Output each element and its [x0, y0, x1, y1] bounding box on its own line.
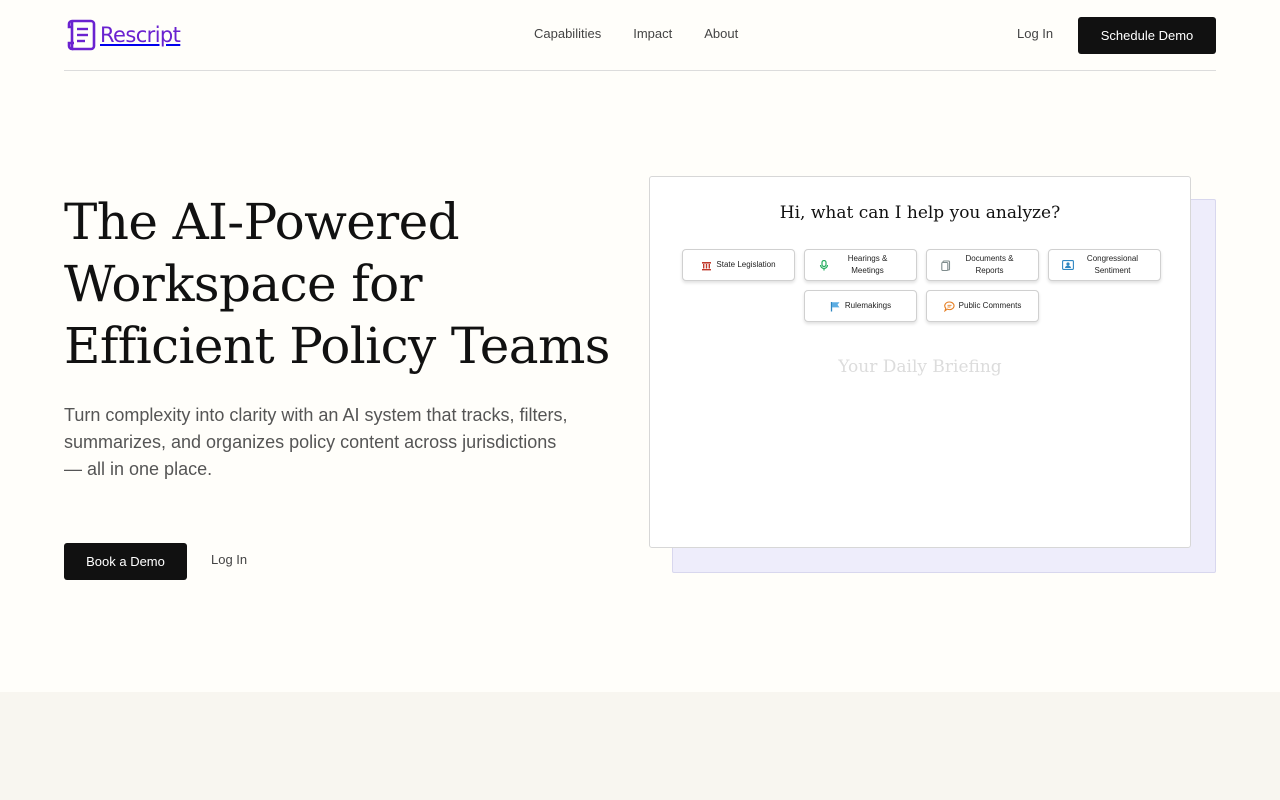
next-section — [0, 692, 1280, 800]
logo-text: Rescript — [100, 23, 181, 47]
chip-rulemakings[interactable]: Rulemakings — [804, 290, 917, 322]
chip-label: Public Comments — [958, 301, 1022, 310]
logo[interactable]: Rescript — [64, 18, 181, 52]
speech-bubble-icon — [943, 300, 955, 312]
header-login-link[interactable]: Log In — [1017, 26, 1053, 41]
nav-capabilities[interactable]: Capabilities — [534, 26, 601, 41]
book-demo-button[interactable]: Book a Demo — [64, 543, 187, 580]
chip-label: Rulemakings — [844, 301, 892, 310]
capitol-icon — [702, 261, 712, 270]
chip-label: Documents & Reports — [965, 254, 1014, 275]
site-header: Rescript Capabilities Impact About Log I… — [64, 0, 1216, 71]
document-icon — [940, 259, 950, 271]
hero-subtitle-line-2: — all in one place. — [64, 459, 213, 479]
hero-subtitle: Turn complexity into clarity with an AI … — [64, 402, 584, 483]
nav-impact[interactable]: Impact — [633, 26, 672, 41]
chip-state-legislation[interactable]: State Legislation — [682, 249, 795, 281]
chip-label: State Legislation — [716, 260, 776, 269]
assistant-prompt: Hi, what can I help you analyze? — [779, 203, 1061, 223]
daily-briefing-heading: Your Daily Briefing — [838, 357, 1002, 377]
chip-label: Congressional Sentiment — [1086, 254, 1139, 275]
scroll-icon — [67, 19, 96, 51]
product-preview: Hi, what can I help you analyze? State L… — [649, 176, 1191, 548]
chip-hearings-meetings[interactable]: Hearings & Meetings — [804, 249, 917, 281]
hero-subtitle-line-1: Turn complexity into clarity with an AI … — [64, 405, 568, 452]
person-card-icon — [1061, 260, 1074, 270]
hero-login-link[interactable]: Log In — [211, 552, 247, 567]
chip-public-comments[interactable]: Public Comments — [926, 290, 1039, 322]
microphone-icon — [819, 259, 828, 270]
chip-label: Hearings & Meetings — [847, 254, 888, 275]
main-nav: Capabilities Impact About — [534, 26, 738, 41]
flag-icon — [830, 301, 840, 311]
nav-about[interactable]: About — [704, 26, 738, 41]
hero-title: The AI-Powered Workspace for Efficient P… — [64, 193, 610, 375]
chip-documents-reports[interactable]: Documents & Reports — [926, 249, 1039, 281]
schedule-demo-button[interactable]: Schedule Demo — [1078, 17, 1216, 54]
chip-congressional-sentiment[interactable]: Congressional Sentiment — [1048, 249, 1161, 281]
